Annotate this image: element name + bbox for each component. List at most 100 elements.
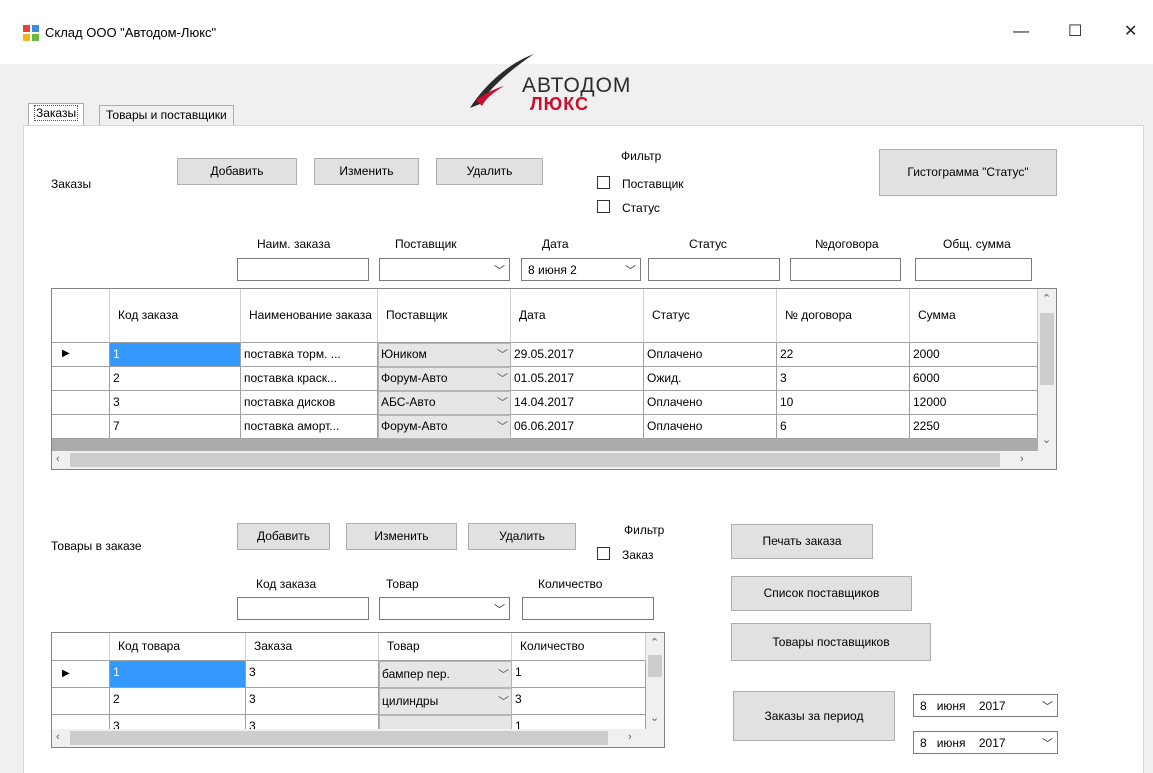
orders-add-button[interactable]: Добавить xyxy=(177,158,297,185)
table-cell[interactable]: 1 xyxy=(110,661,246,688)
table-cell[interactable]: 2 xyxy=(110,367,241,391)
col-header[interactable]: Код заказа xyxy=(110,289,241,343)
table-cell[interactable]: 7 xyxy=(110,415,241,439)
col-header[interactable]: Заказа xyxy=(246,633,379,661)
status-histogram-button[interactable]: Гистограмма "Статус" xyxy=(879,149,1057,196)
maximize-button[interactable]: ☐ xyxy=(1068,24,1082,40)
table-cell[interactable]: 3 xyxy=(777,367,910,391)
product-cell-combo[interactable]: бампер пер. ﹀ xyxy=(379,661,512,688)
col-header[interactable]: Количество xyxy=(512,633,646,661)
table-cell[interactable]: 3 xyxy=(512,688,646,715)
tab-products-suppliers[interactable]: Товары и поставщики xyxy=(99,105,234,125)
scroll-left-icon[interactable]: ‹ xyxy=(56,731,60,743)
table-cell[interactable]: 1 xyxy=(512,661,646,688)
vertical-scrollbar[interactable]: ⌃ ⌄ xyxy=(646,633,664,729)
supplier-list-button[interactable]: Список поставщиков xyxy=(731,576,912,611)
period-to-picker[interactable]: 8 июня 2017 ﹀ xyxy=(913,731,1058,754)
table-cell[interactable]: 3 xyxy=(246,688,379,715)
scroll-left-icon[interactable]: ‹ xyxy=(56,453,60,465)
scroll-thumb[interactable] xyxy=(648,655,662,677)
row-header[interactable] xyxy=(52,415,110,439)
scroll-thumb[interactable] xyxy=(70,453,1000,467)
supplier-cell-combo[interactable]: АБС-Авто ﹀ xyxy=(378,391,511,415)
items-add-button[interactable]: Добавить xyxy=(237,523,330,550)
order-code-input[interactable] xyxy=(237,597,369,620)
table-cell[interactable]: 29.05.2017 xyxy=(511,343,644,367)
col-header[interactable]: № договора xyxy=(777,289,910,343)
table-cell[interactable]: 1 xyxy=(110,343,241,367)
orders-edit-button[interactable]: Изменить xyxy=(314,158,419,185)
table-cell[interactable]: Оплачено xyxy=(644,343,777,367)
col-header[interactable]: Сумма xyxy=(910,289,1038,343)
col-header[interactable]: Дата xyxy=(511,289,644,343)
vertical-scrollbar[interactable]: ⌃ ⌄ xyxy=(1038,289,1056,451)
items-edit-button[interactable]: Изменить xyxy=(346,523,457,550)
table-cell[interactable]: 14.04.2017 xyxy=(511,391,644,415)
table-cell[interactable]: поставка аморт... xyxy=(241,415,378,439)
horizontal-scrollbar[interactable]: ‹ › xyxy=(52,729,664,747)
table-cell[interactable]: 2000 xyxy=(910,343,1038,367)
col-header[interactable]: Товар xyxy=(379,633,512,661)
scroll-right-icon[interactable]: › xyxy=(1020,453,1024,465)
orders-period-button[interactable]: Заказы за период xyxy=(733,691,895,741)
table-cell[interactable]: 12000 xyxy=(910,391,1038,415)
col-header[interactable]: Статус xyxy=(644,289,777,343)
supplier-products-button[interactable]: Товары поставщиков xyxy=(731,623,931,661)
row-header[interactable]: ▶ xyxy=(52,661,110,688)
table-cell[interactable]: Ожид. xyxy=(644,367,777,391)
table-cell[interactable]: 2250 xyxy=(910,415,1038,439)
supplier-cell-combo[interactable]: Юником ﹀ xyxy=(378,343,511,367)
scroll-up-icon[interactable]: ⌃ xyxy=(650,636,659,649)
tab-orders[interactable]: Заказы xyxy=(28,103,85,126)
table-cell[interactable]: 6000 xyxy=(910,367,1038,391)
order-name-input[interactable] xyxy=(237,258,369,281)
col-header[interactable]: Код товара xyxy=(110,633,246,661)
orders-delete-button[interactable]: Удалить xyxy=(436,158,543,185)
row-header[interactable] xyxy=(52,391,110,415)
items-delete-button[interactable]: Удалить xyxy=(468,523,576,550)
table-cell[interactable]: Оплачено xyxy=(644,415,777,439)
filter-order-checkbox[interactable] xyxy=(597,547,610,560)
status-filter-input[interactable] xyxy=(648,258,780,281)
row-header[interactable] xyxy=(52,688,110,715)
product-cell-combo[interactable]: цилиндры ﹀ xyxy=(379,688,512,715)
filter-supplier-checkbox[interactable] xyxy=(597,176,610,189)
horizontal-scrollbar[interactable]: ‹ › xyxy=(52,451,1056,469)
orders-grid[interactable]: Код заказа Наименование заказа Поставщик… xyxy=(51,288,1057,470)
table-cell[interactable]: 06.06.2017 xyxy=(511,415,644,439)
col-header[interactable]: Наименование заказа xyxy=(241,289,378,343)
table-cell[interactable]: 6 xyxy=(777,415,910,439)
product-filter-combo[interactable]: ﹀ xyxy=(379,597,510,620)
scroll-down-icon[interactable]: ⌄ xyxy=(1042,433,1051,446)
supplier-cell-combo[interactable]: Форум-Авто ﹀ xyxy=(378,415,511,439)
total-sum-filter-input[interactable] xyxy=(915,258,1032,281)
table-cell[interactable]: поставка краск... xyxy=(241,367,378,391)
scroll-right-icon[interactable]: › xyxy=(628,731,632,743)
supplier-filter-combo[interactable]: ﹀ xyxy=(379,258,510,281)
filter-status-checkbox[interactable] xyxy=(597,200,610,213)
row-header[interactable] xyxy=(52,367,110,391)
scroll-thumb[interactable] xyxy=(70,731,608,745)
date-filter-picker[interactable]: 8 июня 2 ﹀ xyxy=(521,258,641,281)
items-grid[interactable]: Код товара Заказа Товар Количество ▶ 1 3… xyxy=(51,632,665,748)
scroll-down-icon[interactable]: ⌄ xyxy=(650,711,659,724)
table-cell[interactable]: поставка торм. ... xyxy=(241,343,378,367)
row-header[interactable]: ▶ xyxy=(52,343,110,367)
table-cell[interactable]: 01.05.2017 xyxy=(511,367,644,391)
close-button[interactable]: ✕ xyxy=(1124,24,1137,40)
table-cell[interactable]: 2 xyxy=(110,688,246,715)
print-order-button[interactable]: Печать заказа xyxy=(731,524,873,559)
contract-filter-input[interactable] xyxy=(790,258,901,281)
table-cell[interactable]: 3 xyxy=(246,661,379,688)
table-cell[interactable]: Оплачено xyxy=(644,391,777,415)
table-cell[interactable]: 10 xyxy=(777,391,910,415)
minimize-button[interactable]: — xyxy=(1013,24,1029,40)
scroll-up-icon[interactable]: ⌃ xyxy=(1042,292,1051,305)
scroll-thumb[interactable] xyxy=(1040,313,1054,385)
table-cell[interactable]: поставка дисков xyxy=(241,391,378,415)
table-cell[interactable]: 3 xyxy=(110,391,241,415)
supplier-cell-combo[interactable]: Форум-Авто ﹀ xyxy=(378,367,511,391)
table-cell[interactable]: 22 xyxy=(777,343,910,367)
period-from-picker[interactable]: 8 июня 2017 ﹀ xyxy=(913,694,1058,717)
quantity-input[interactable] xyxy=(522,597,654,620)
